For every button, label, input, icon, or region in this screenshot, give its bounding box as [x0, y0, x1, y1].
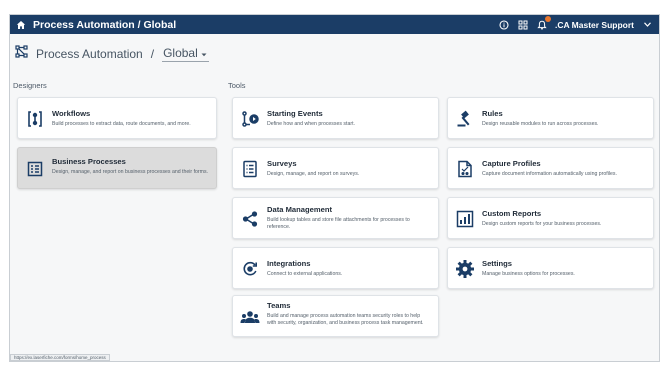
workflow-icon	[24, 108, 46, 130]
notification-badge	[544, 15, 551, 22]
chevron-down-icon	[201, 46, 207, 60]
card-capture-profiles[interactable]: Capture Profiles Capture document inform…	[447, 147, 654, 189]
app-window: Process Automation / Global .CA Master S…	[9, 14, 660, 362]
settings-gear-icon	[454, 258, 476, 280]
app-title: Process Automation / Global	[33, 18, 177, 31]
card-description: Manage business options for processes.	[482, 271, 575, 277]
status-bar-url: https://ex.laserfiche.com/forms/home_pro…	[10, 354, 110, 361]
breadcrumb-separator: /	[150, 47, 155, 61]
card-integrations[interactable]: Integrations Connect to external applica…	[232, 247, 439, 289]
help-icon[interactable]	[498, 19, 510, 31]
card-rules[interactable]: Rules Design reusable modules to run acr…	[447, 97, 654, 139]
card-title: Settings	[482, 259, 512, 268]
surveys-icon	[239, 158, 261, 180]
scope-select[interactable]: Global	[162, 46, 209, 62]
card-description: Define how and when processes start.	[267, 121, 355, 127]
scope-select-value: Global	[163, 46, 198, 60]
card-starting-events[interactable]: Starting Events Define how and when proc…	[232, 97, 439, 139]
card-title: Business Processes	[52, 157, 126, 166]
teams-icon	[239, 306, 261, 328]
card-title: Capture Profiles	[482, 159, 541, 168]
card-teams[interactable]: Teams Build and manage process automatio…	[232, 295, 439, 337]
card-settings[interactable]: Settings Manage business options for pro…	[447, 247, 654, 289]
card-description: Build and manage process automation team…	[267, 313, 424, 327]
tools-heading: Tools	[228, 81, 246, 90]
card-surveys[interactable]: Surveys Design, manage, and report on su…	[232, 147, 439, 189]
card-description: Design, manage, and report on surveys.	[267, 171, 360, 177]
bell-icon[interactable]	[536, 15, 551, 31]
starting-events-icon	[239, 108, 261, 130]
card-custom-reports[interactable]: Custom Reports Design custom reports for…	[447, 197, 654, 239]
chevron-down-icon[interactable]	[641, 19, 653, 31]
integrations-icon	[239, 258, 261, 280]
card-description: Connect to external applications.	[267, 271, 343, 277]
capture-profiles-icon	[454, 158, 476, 180]
card-description: Build processes to extract data, route d…	[52, 121, 191, 127]
card-description: Capture document information automatical…	[482, 171, 617, 177]
card-title: Starting Events	[267, 109, 323, 118]
card-business-processes[interactable]: Business Processes Design, manage, and r…	[17, 147, 217, 189]
home-icon[interactable]	[12, 15, 30, 34]
card-description: Build lookup tables and store file attac…	[267, 217, 410, 231]
card-title: Data Management	[267, 205, 332, 214]
card-description: Design reusable modules to run across pr…	[482, 121, 599, 127]
card-workflows[interactable]: Workflows Build processes to extract dat…	[17, 97, 217, 139]
business-process-icon	[24, 158, 46, 180]
card-title: Teams	[267, 301, 291, 310]
topbar-actions: .CA Master Support	[498, 15, 653, 34]
card-title: Surveys	[267, 159, 297, 168]
breadcrumb-app[interactable]: Process Automation	[36, 47, 143, 61]
card-description: Design custom reports for your business …	[482, 221, 602, 227]
card-description: Design, manage, and report on business p…	[52, 169, 208, 175]
breadcrumb: Process Automation / Global	[15, 45, 209, 63]
apps-grid-icon[interactable]	[517, 19, 529, 31]
card-data-management[interactable]: Data Management Build lookup tables and …	[232, 197, 439, 239]
custom-reports-icon	[454, 208, 476, 230]
card-title: Workflows	[52, 109, 91, 118]
designers-heading: Designers	[13, 81, 47, 90]
rules-gavel-icon	[454, 108, 476, 130]
card-title: Integrations	[267, 259, 311, 268]
process-automation-icon	[15, 45, 28, 63]
data-management-icon	[239, 208, 261, 230]
card-title: Rules	[482, 109, 503, 118]
user-menu[interactable]: .CA Master Support	[555, 20, 634, 30]
card-title: Custom Reports	[482, 209, 542, 218]
top-navigation-bar: Process Automation / Global .CA Master S…	[10, 15, 659, 34]
